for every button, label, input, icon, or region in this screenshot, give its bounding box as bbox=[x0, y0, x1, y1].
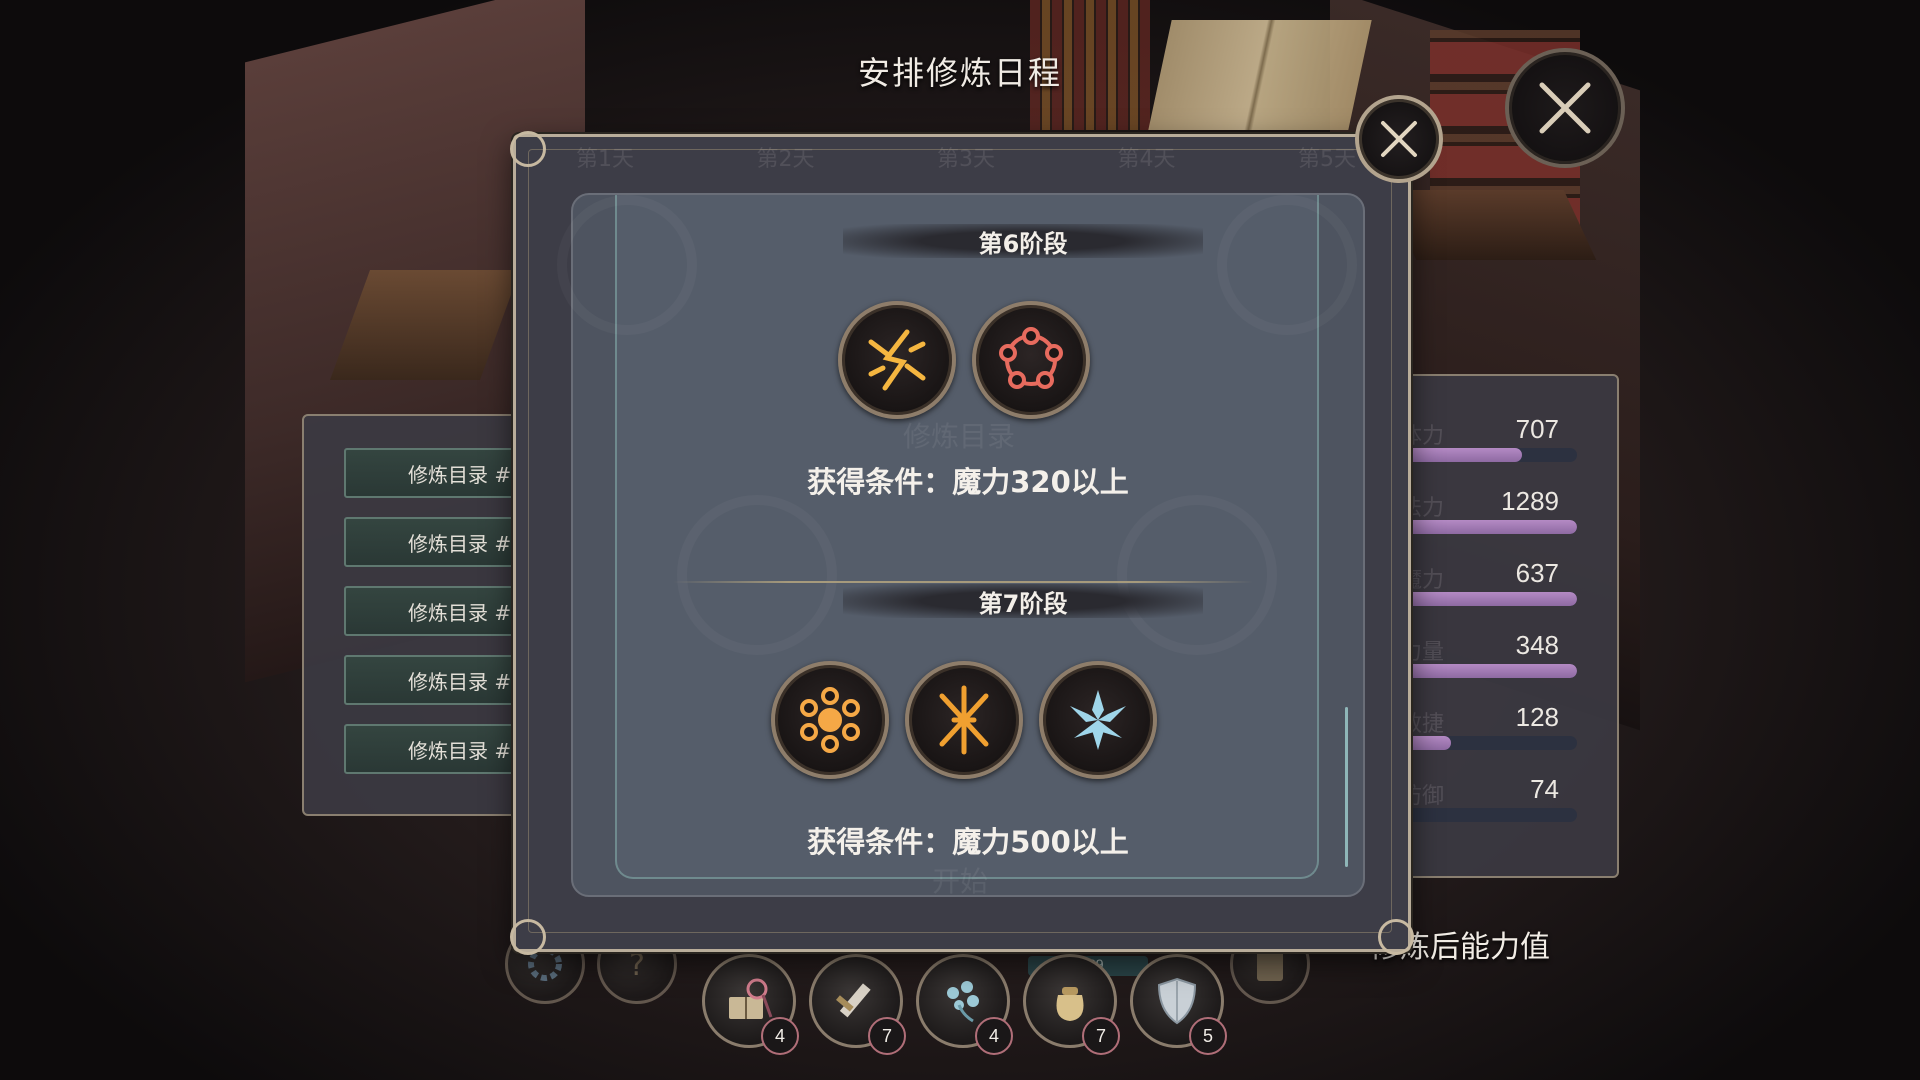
stage-7-header: 第7阶段 bbox=[843, 584, 1203, 618]
day-tab-ghost: 第4天 bbox=[1117, 147, 1176, 172]
catalog-item-label: 修炼目录 #2 bbox=[408, 531, 524, 556]
inventory-count: 4 bbox=[975, 1017, 1013, 1055]
stage-6-header: 第6阶段 bbox=[843, 224, 1203, 258]
page-title: 安排修炼日程 bbox=[857, 54, 1062, 92]
inventory-slot-shield[interactable]: 5 bbox=[1130, 954, 1227, 1055]
training-catalog-panel: 修炼目录 #1 修炼目录 #2 修炼目录 #3 修炼目录 #4 修炼目录 #5 bbox=[302, 414, 544, 816]
catalog-item-label: 修炼目录 #4 bbox=[408, 669, 524, 694]
stat-row: 力量 348 bbox=[1392, 626, 1617, 686]
inventory-slot-spellbook[interactable]: 4 bbox=[702, 954, 799, 1055]
close-icon bbox=[1539, 82, 1591, 134]
ghost-decor bbox=[1117, 495, 1277, 655]
ghost-decor bbox=[557, 195, 697, 335]
stat-row: 防御 74 bbox=[1392, 770, 1617, 830]
stat-bar bbox=[1392, 736, 1577, 750]
stats-panel: 体力 707 法力 1289 魔力 637 力量 348 敏捷 128 防御 7… bbox=[1390, 374, 1619, 878]
skill-stage7-2[interactable] bbox=[905, 661, 1023, 779]
inventory-slot-herb[interactable]: 4 bbox=[916, 954, 1013, 1055]
stat-value: 637 bbox=[1515, 558, 1559, 588]
stage-list-panel: 修炼目录 开始 第6阶段 获得条件：魔力320以上 第7阶段 获得条件：魔力50… bbox=[571, 193, 1365, 898]
stat-bar bbox=[1392, 520, 1577, 534]
day-tab-ghost: 第2天 bbox=[756, 147, 815, 172]
catalog-item-label: 修炼目录 #3 bbox=[408, 600, 524, 625]
stat-row: 体力 707 bbox=[1392, 410, 1617, 470]
ghost-decor bbox=[1217, 195, 1357, 335]
frame-corner-ornament bbox=[1378, 919, 1414, 955]
catalog-item-label: 修炼目录 #5 bbox=[408, 738, 524, 763]
stat-bar-fill bbox=[1392, 520, 1577, 534]
stat-bar bbox=[1392, 664, 1577, 678]
stat-value: 128 bbox=[1515, 702, 1559, 732]
stat-bar bbox=[1392, 448, 1577, 462]
stat-value: 1289 bbox=[1501, 486, 1559, 516]
inventory-slot-pouch[interactable]: 7 bbox=[1023, 954, 1120, 1055]
stat-bar-fill bbox=[1392, 448, 1522, 462]
stage-7-condition: 获得条件：魔力500以上 bbox=[807, 825, 1129, 859]
table-right bbox=[1383, 190, 1597, 260]
scrollbar[interactable] bbox=[1345, 707, 1348, 867]
skill-stage6-2[interactable] bbox=[972, 301, 1090, 419]
ice-crystal-icon bbox=[1070, 690, 1126, 750]
catalog-item-label: 修炼目录 #1 bbox=[408, 462, 524, 487]
frame-corner-ornament bbox=[510, 919, 546, 955]
frame-corner-ornament bbox=[510, 131, 546, 167]
inventory-count: 7 bbox=[1082, 1017, 1120, 1055]
starburst-icon bbox=[939, 685, 989, 755]
pentagram-ring-icon bbox=[999, 327, 1063, 389]
stat-value: 348 bbox=[1515, 630, 1559, 660]
lightning-arrows-icon bbox=[868, 329, 926, 391]
stage-unlock-modal: 第1天 第2天 第3天 第4天 第5天 修炼目录 开始 第6阶段 获得条件：魔力… bbox=[510, 131, 1414, 955]
ghost-catalog-label: 修炼目录 bbox=[903, 420, 1016, 453]
modal-close-button[interactable] bbox=[1355, 95, 1443, 183]
day-tab-ghost: 第1天 bbox=[576, 147, 634, 172]
skill-stage7-1[interactable] bbox=[771, 661, 889, 779]
screen-close-button[interactable] bbox=[1505, 48, 1625, 168]
stage-6-condition: 获得条件：魔力320以上 bbox=[807, 465, 1129, 499]
day-tabs-ghost: 第1天 第2天 第3天 第4天 第5天 bbox=[556, 141, 1376, 172]
stat-bar bbox=[1392, 808, 1577, 822]
stat-row: 敏捷 128 bbox=[1392, 698, 1617, 758]
close-icon bbox=[1381, 121, 1417, 157]
ghost-start-label: 开始 bbox=[932, 865, 989, 898]
stat-value: 707 bbox=[1515, 414, 1559, 444]
inventory-slot-sword[interactable]: 7 bbox=[809, 954, 906, 1055]
sun-flower-icon bbox=[800, 687, 860, 753]
stat-row: 法力 1289 bbox=[1392, 482, 1617, 542]
day-tab-ghost: 第3天 bbox=[937, 147, 995, 172]
svg-text:?: ? bbox=[629, 948, 645, 983]
stat-row: 魔力 637 bbox=[1392, 554, 1617, 614]
ghost-decor bbox=[677, 495, 837, 655]
inventory-count: 4 bbox=[761, 1017, 799, 1055]
skill-stage7-3[interactable] bbox=[1039, 661, 1157, 779]
stat-bar-fill bbox=[1392, 664, 1577, 678]
inventory-count: 5 bbox=[1189, 1017, 1227, 1055]
stat-bar-fill bbox=[1392, 592, 1577, 606]
stat-bar bbox=[1392, 592, 1577, 606]
inventory-count: 7 bbox=[868, 1017, 906, 1055]
stat-value: 74 bbox=[1530, 774, 1559, 804]
stage-divider bbox=[673, 581, 1253, 583]
day-tab-ghost: 第5天 bbox=[1298, 147, 1356, 172]
skill-stage6-1[interactable] bbox=[838, 301, 956, 419]
